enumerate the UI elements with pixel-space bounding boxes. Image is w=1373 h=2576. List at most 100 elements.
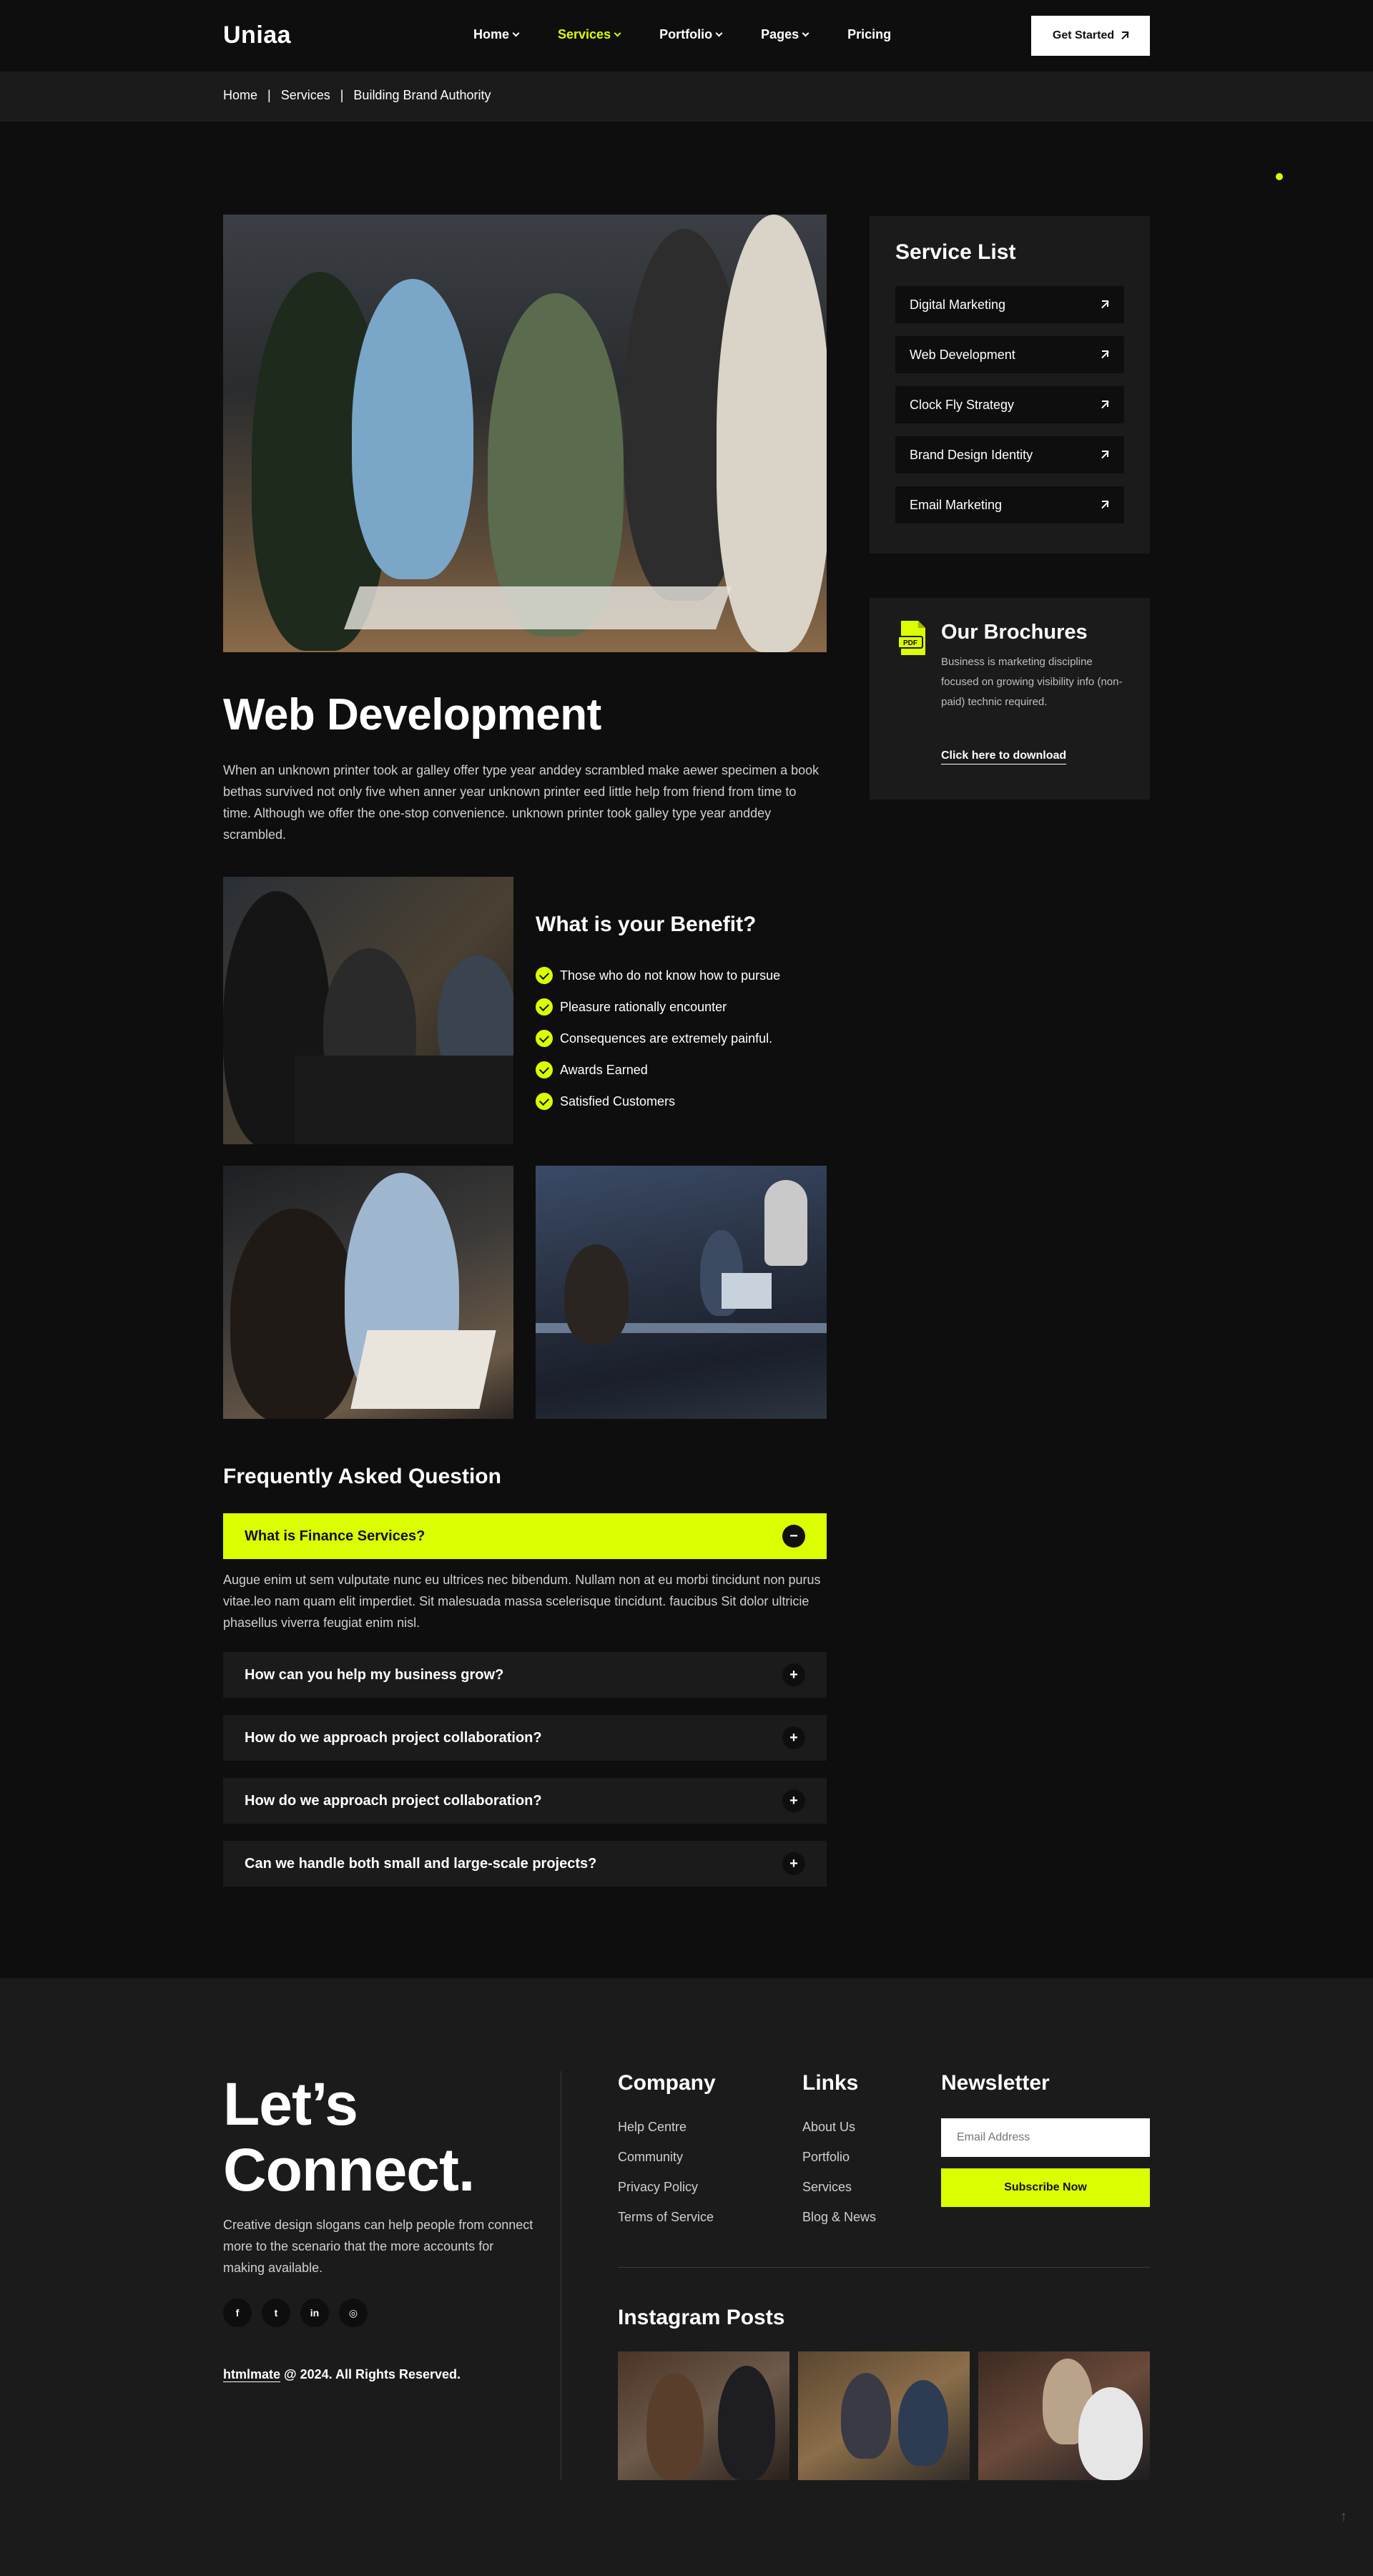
faq-question: What is Finance Services? bbox=[245, 1528, 425, 1544]
instagram-post[interactable] bbox=[798, 2351, 970, 2480]
get-started-button[interactable]: Get Started bbox=[1031, 16, 1150, 56]
service-link-digital-marketing[interactable]: Digital Marketing bbox=[895, 286, 1124, 323]
nav-portfolio[interactable]: Portfolio bbox=[659, 27, 723, 42]
footer-link[interactable]: Blog & News bbox=[802, 2210, 876, 2240]
nav-home[interactable]: Home bbox=[473, 27, 520, 42]
download-link[interactable]: Click here to download bbox=[941, 749, 1067, 765]
benefit-title: What is your Benefit? bbox=[536, 913, 757, 936]
footer-link[interactable]: Portfolio bbox=[802, 2150, 876, 2180]
copyright-brand-link[interactable]: htmlmate bbox=[223, 2367, 281, 2382]
footer-headline: Let’s Connect. bbox=[223, 2071, 475, 2203]
breadcrumb-services[interactable]: Services bbox=[281, 88, 330, 103]
newsletter-title: Newsletter bbox=[941, 2071, 1050, 2095]
chevron-down-icon bbox=[715, 29, 723, 36]
list-item: Those who do not know how to pursue bbox=[536, 960, 780, 991]
breadcrumb-current: Building Brand Authority bbox=[353, 88, 491, 102]
faq-answer: Augue enim ut sem vulputate nunc eu ultr… bbox=[223, 1573, 821, 1630]
nav-portfolio-label: Portfolio bbox=[659, 27, 713, 41]
email-field[interactable] bbox=[941, 2118, 1150, 2157]
nav-home-label: Home bbox=[473, 27, 510, 41]
company-links: Help Centre Community Privacy Policy Ter… bbox=[618, 2120, 714, 2240]
instagram-post[interactable] bbox=[978, 2351, 1150, 2480]
decorative-dot bbox=[1276, 173, 1283, 180]
breadcrumb-separator: | bbox=[267, 88, 271, 102]
footer-link[interactable]: Help Centre bbox=[618, 2120, 714, 2150]
nav-pricing[interactable]: Pricing bbox=[847, 27, 891, 42]
breadcrumb: Home | Services | Building Brand Authori… bbox=[223, 88, 491, 103]
faq-item[interactable]: How can you help my business grow? + bbox=[223, 1652, 827, 1698]
plus-icon[interactable]: + bbox=[782, 1663, 805, 1686]
faq-item[interactable]: Can we handle both small and large-scale… bbox=[223, 1841, 827, 1887]
faq-question: Can we handle both small and large-scale… bbox=[245, 1855, 597, 1872]
benefit-text: Consequences are extremely painful. bbox=[560, 1031, 773, 1046]
nav-pricing-label: Pricing bbox=[847, 27, 892, 41]
footer-link[interactable]: Privacy Policy bbox=[618, 2180, 714, 2210]
service-label: Web Development bbox=[910, 347, 1015, 362]
list-item: Consequences are extremely painful. bbox=[536, 1023, 780, 1054]
faq-question: How do we approach project collaboration… bbox=[245, 1792, 542, 1809]
check-circle-icon bbox=[536, 1030, 553, 1047]
instagram-post[interactable] bbox=[618, 2351, 789, 2480]
minus-icon[interactable]: − bbox=[782, 1525, 805, 1548]
main-nav: Home Services Portfolio Pages Pricing bbox=[473, 27, 930, 42]
plus-icon[interactable]: + bbox=[782, 1726, 805, 1749]
scroll-to-top-icon[interactable]: ↑ bbox=[1340, 2509, 1347, 2525]
brochure-title: Our Brochures bbox=[941, 621, 1088, 644]
service-list-title: Service List bbox=[895, 240, 1016, 264]
company-title: Company bbox=[618, 2071, 716, 2095]
check-circle-icon bbox=[536, 1061, 553, 1078]
benefit-text: Those who do not know how to pursue bbox=[560, 968, 781, 983]
faq-item[interactable]: How do we approach project collaboration… bbox=[223, 1778, 827, 1824]
pdf-label: PDF bbox=[903, 639, 917, 647]
arrow-up-right-icon bbox=[1100, 451, 1108, 459]
footer-link[interactable]: About Us bbox=[802, 2120, 876, 2150]
service-link-web-development[interactable]: Web Development bbox=[895, 336, 1124, 373]
logo[interactable]: Uniaa bbox=[223, 21, 291, 49]
faq-title: Frequently Asked Question bbox=[223, 1465, 501, 1488]
list-item: Awards Earned bbox=[536, 1054, 780, 1086]
linkedin-icon[interactable]: in bbox=[300, 2299, 329, 2327]
faq-item[interactable]: How do we approach project collaboration… bbox=[223, 1715, 827, 1761]
social-links: f t in ◎ bbox=[223, 2299, 368, 2327]
service-link-clock-fly-strategy[interactable]: Clock Fly Strategy bbox=[895, 386, 1124, 423]
nav-services[interactable]: Services bbox=[558, 27, 621, 42]
footer-headline-line: Connect. bbox=[223, 2136, 475, 2203]
brochure-panel: PDF Our Brochures Business is marketing … bbox=[870, 598, 1150, 800]
plus-icon[interactable]: + bbox=[782, 1852, 805, 1875]
office-desk-photo bbox=[536, 1166, 827, 1419]
chevron-down-icon bbox=[512, 29, 520, 36]
laptop-collab-photo bbox=[223, 1166, 513, 1419]
nav-pages[interactable]: Pages bbox=[761, 27, 809, 42]
check-circle-icon bbox=[536, 1093, 553, 1110]
service-label: Digital Marketing bbox=[910, 297, 1006, 312]
site-footer: Let’s Connect. Creative design slogans c… bbox=[0, 1978, 1373, 2576]
quick-links: About Us Portfolio Services Blog & News bbox=[802, 2120, 876, 2240]
arrow-up-right-icon bbox=[1100, 350, 1108, 359]
service-label: Clock Fly Strategy bbox=[910, 397, 1015, 412]
links-title: Links bbox=[802, 2071, 859, 2095]
check-circle-icon bbox=[536, 998, 553, 1016]
breadcrumb-separator: | bbox=[340, 88, 344, 102]
breadcrumb-home[interactable]: Home bbox=[223, 88, 257, 103]
copyright-text: @ 2024. All Rights Reserved. bbox=[280, 2367, 461, 2381]
footer-link[interactable]: Services bbox=[802, 2180, 876, 2210]
chevron-down-icon bbox=[802, 29, 809, 36]
benefit-text: Satisfied Customers bbox=[560, 1093, 676, 1108]
footer-link[interactable]: Terms of Service bbox=[618, 2210, 714, 2240]
faq-item-open[interactable]: What is Finance Services? − bbox=[223, 1513, 827, 1559]
service-link-email-marketing[interactable]: Email Marketing bbox=[895, 486, 1124, 523]
service-link-brand-design-identity[interactable]: Brand Design Identity bbox=[895, 436, 1124, 473]
get-started-label: Get Started bbox=[1052, 29, 1115, 41]
pdf-file-icon: PDF bbox=[898, 621, 925, 655]
footer-separator bbox=[618, 2267, 1150, 2268]
benefit-text: Awards Earned bbox=[560, 1062, 648, 1077]
arrow-up-right-icon bbox=[1100, 300, 1108, 309]
instagram-icon[interactable]: ◎ bbox=[339, 2299, 368, 2327]
twitter-icon[interactable]: t bbox=[262, 2299, 290, 2327]
facebook-icon[interactable]: f bbox=[223, 2299, 252, 2327]
footer-link[interactable]: Community bbox=[618, 2150, 714, 2180]
instagram-title: Instagram Posts bbox=[618, 2306, 785, 2329]
plus-icon[interactable]: + bbox=[782, 1789, 805, 1812]
subscribe-button[interactable]: Subscribe Now bbox=[941, 2168, 1150, 2207]
service-label: Brand Design Identity bbox=[910, 447, 1033, 462]
